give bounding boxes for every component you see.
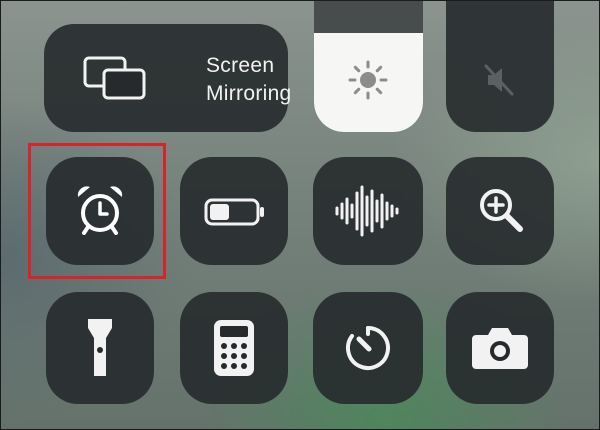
screen-mirroring-button[interactable]: Screen Mirroring — [44, 24, 291, 132]
calculator-button[interactable] — [180, 292, 288, 404]
speaker-muted-icon — [484, 64, 514, 96]
alarm-highlight-box — [28, 143, 166, 279]
flashlight-button[interactable] — [46, 292, 154, 404]
waveform-icon — [335, 185, 399, 237]
timer-button[interactable] — [313, 292, 423, 404]
magnifier-button[interactable] — [446, 157, 554, 265]
camera-button[interactable] — [446, 292, 554, 404]
timer-icon — [346, 326, 390, 370]
voice-memos-button[interactable] — [313, 157, 423, 265]
control-center-background: Screen Mirroring — [0, 0, 600, 430]
low-power-mode-button[interactable] — [180, 157, 288, 265]
brightness-slider[interactable] — [314, 0, 423, 132]
volume-slider[interactable] — [446, 0, 554, 132]
calculator-icon — [214, 320, 254, 376]
sun-icon — [348, 60, 388, 100]
battery-icon — [204, 198, 264, 226]
screen-mirroring-label: Screen Mirroring — [206, 54, 292, 105]
flashlight-icon — [88, 319, 112, 376]
screen-mirroring-icon — [83, 56, 146, 100]
camera-icon — [472, 328, 528, 369]
magnifier-icon — [480, 189, 523, 232]
